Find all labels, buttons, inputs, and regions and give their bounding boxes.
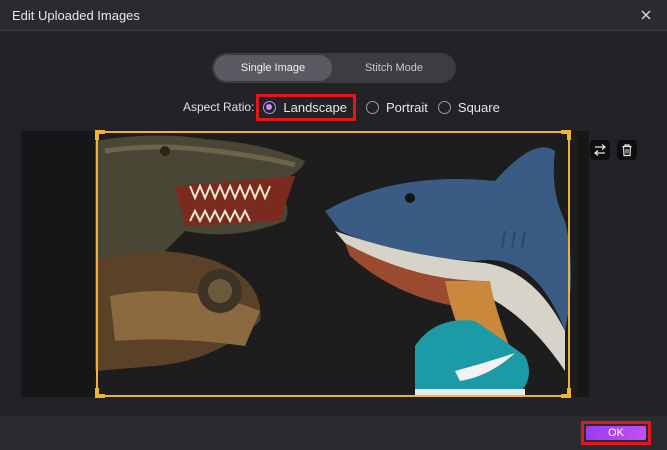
title-bar: Edit Uploaded Images — [0, 0, 667, 31]
radio-unchecked-icon — [437, 100, 451, 114]
dialog-footer: OK — [0, 416, 667, 450]
image-canvas — [21, 130, 637, 398]
landscape-label: Landscape — [283, 99, 347, 115]
delete-button[interactable] — [617, 140, 637, 160]
portrait-label: Portrait — [386, 99, 428, 115]
delete-icon — [622, 144, 632, 157]
aspect-ratio-row: Aspect Ratio: Landscape Portrait Square — [183, 93, 510, 121]
square-radio[interactable]: Square — [437, 99, 500, 115]
swap-button[interactable] — [590, 140, 610, 160]
portrait-radio[interactable]: Portrait — [366, 100, 428, 115]
mode-toggle: Single Image Stitch Mode — [212, 53, 456, 83]
close-button[interactable] — [637, 6, 655, 24]
aspect-ratio-label: Aspect Ratio: — [183, 100, 255, 114]
ok-highlight: OK — [581, 421, 651, 445]
crocodile-shark-image — [95, 131, 577, 397]
swap-icon — [594, 144, 606, 156]
editor-content: Single Image Stitch Mode Aspect Ratio: L… — [0, 31, 667, 416]
window-title: Edit Uploaded Images — [12, 8, 140, 23]
radio-checked-icon — [263, 100, 277, 114]
uploaded-image — [95, 131, 577, 397]
landscape-radio[interactable]: Landscape — [256, 93, 356, 121]
single-image-tab[interactable]: Single Image — [214, 55, 332, 81]
stitch-mode-tab[interactable]: Stitch Mode — [334, 55, 454, 81]
close-icon — [641, 10, 651, 20]
square-label: Square — [457, 99, 500, 115]
radio-unchecked-icon — [366, 100, 379, 114]
ok-button[interactable]: OK — [586, 426, 646, 440]
